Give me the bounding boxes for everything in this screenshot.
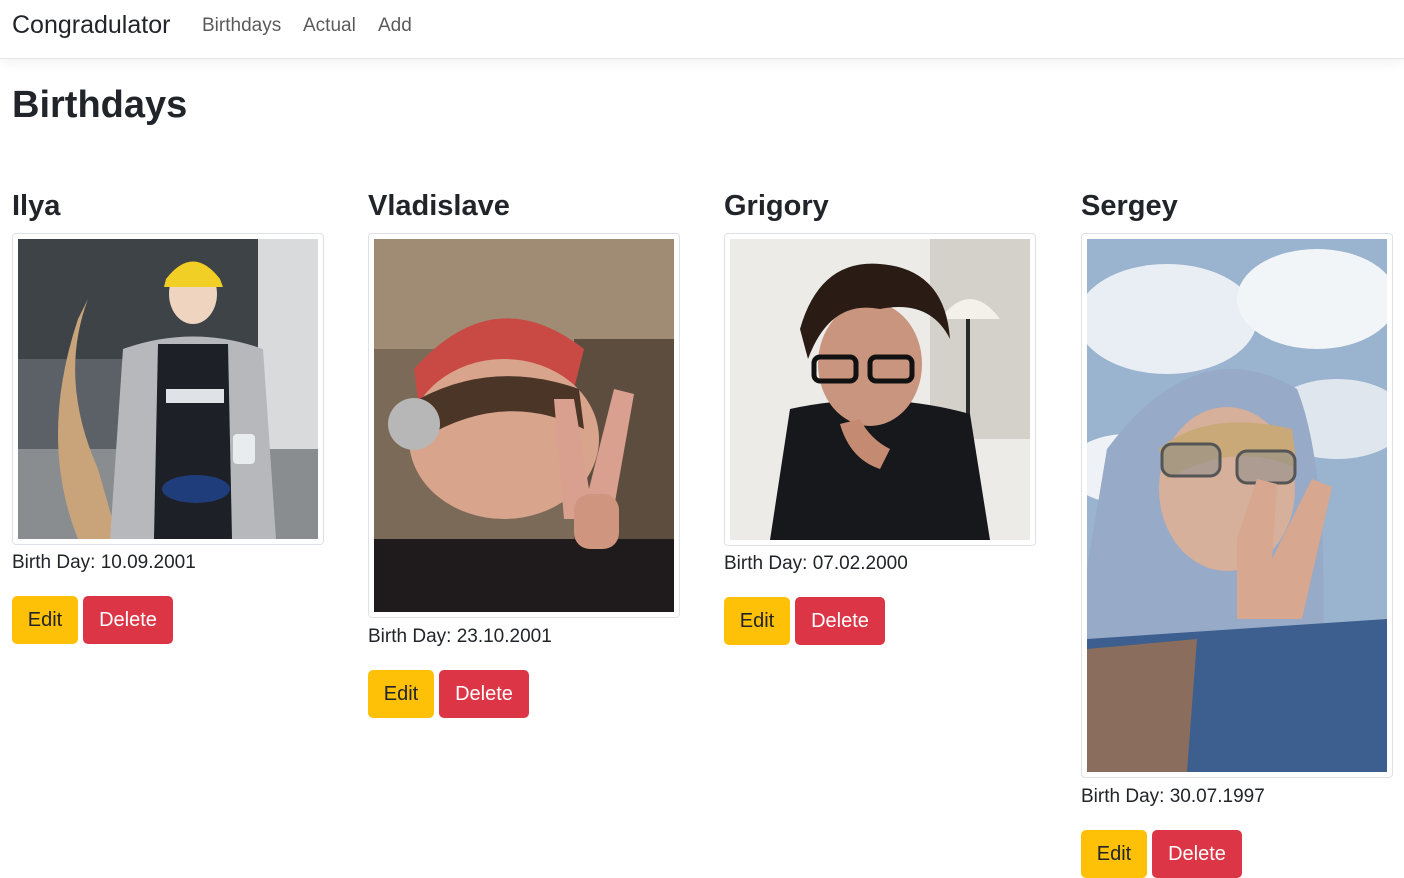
edit-button[interactable]: Edit [368,670,434,718]
birth-date: Birth Day: 10.09.2001 [12,552,196,573]
person-photo [18,239,318,539]
top-navbar: Congradulator Birthdays Actual Add [0,0,1404,59]
birth-date: Birth Day: 07.02.2000 [724,553,908,574]
edit-button[interactable]: Edit [12,596,78,644]
photo-frame [368,233,680,618]
delete-button[interactable]: Delete [1152,830,1242,878]
birth-date: Birth Day: 23.10.2001 [368,626,552,647]
delete-button[interactable]: Delete [439,670,529,718]
photo-frame [724,233,1036,546]
person-name: Grigory [724,190,829,222]
edit-button[interactable]: Edit [724,597,790,645]
edit-button[interactable]: Edit [1081,830,1147,878]
photo-frame [1081,233,1393,778]
photo-frame [12,233,324,545]
nav-link-add[interactable]: Add [378,15,412,37]
person-photo [730,239,1030,540]
brand-link[interactable]: Congradulator [12,11,170,40]
nav-link-actual[interactable]: Actual [303,15,356,37]
person-photo [374,239,674,612]
delete-button[interactable]: Delete [83,596,173,644]
birth-date: Birth Day: 30.07.1997 [1081,786,1265,807]
person-name: Ilya [12,190,61,222]
person-name: Vladislave [368,190,510,222]
nav-link-birthdays[interactable]: Birthdays [202,15,281,37]
person-photo [1087,239,1387,772]
delete-button[interactable]: Delete [795,597,885,645]
person-name: Sergey [1081,190,1178,222]
page-title: Birthdays [12,84,188,126]
